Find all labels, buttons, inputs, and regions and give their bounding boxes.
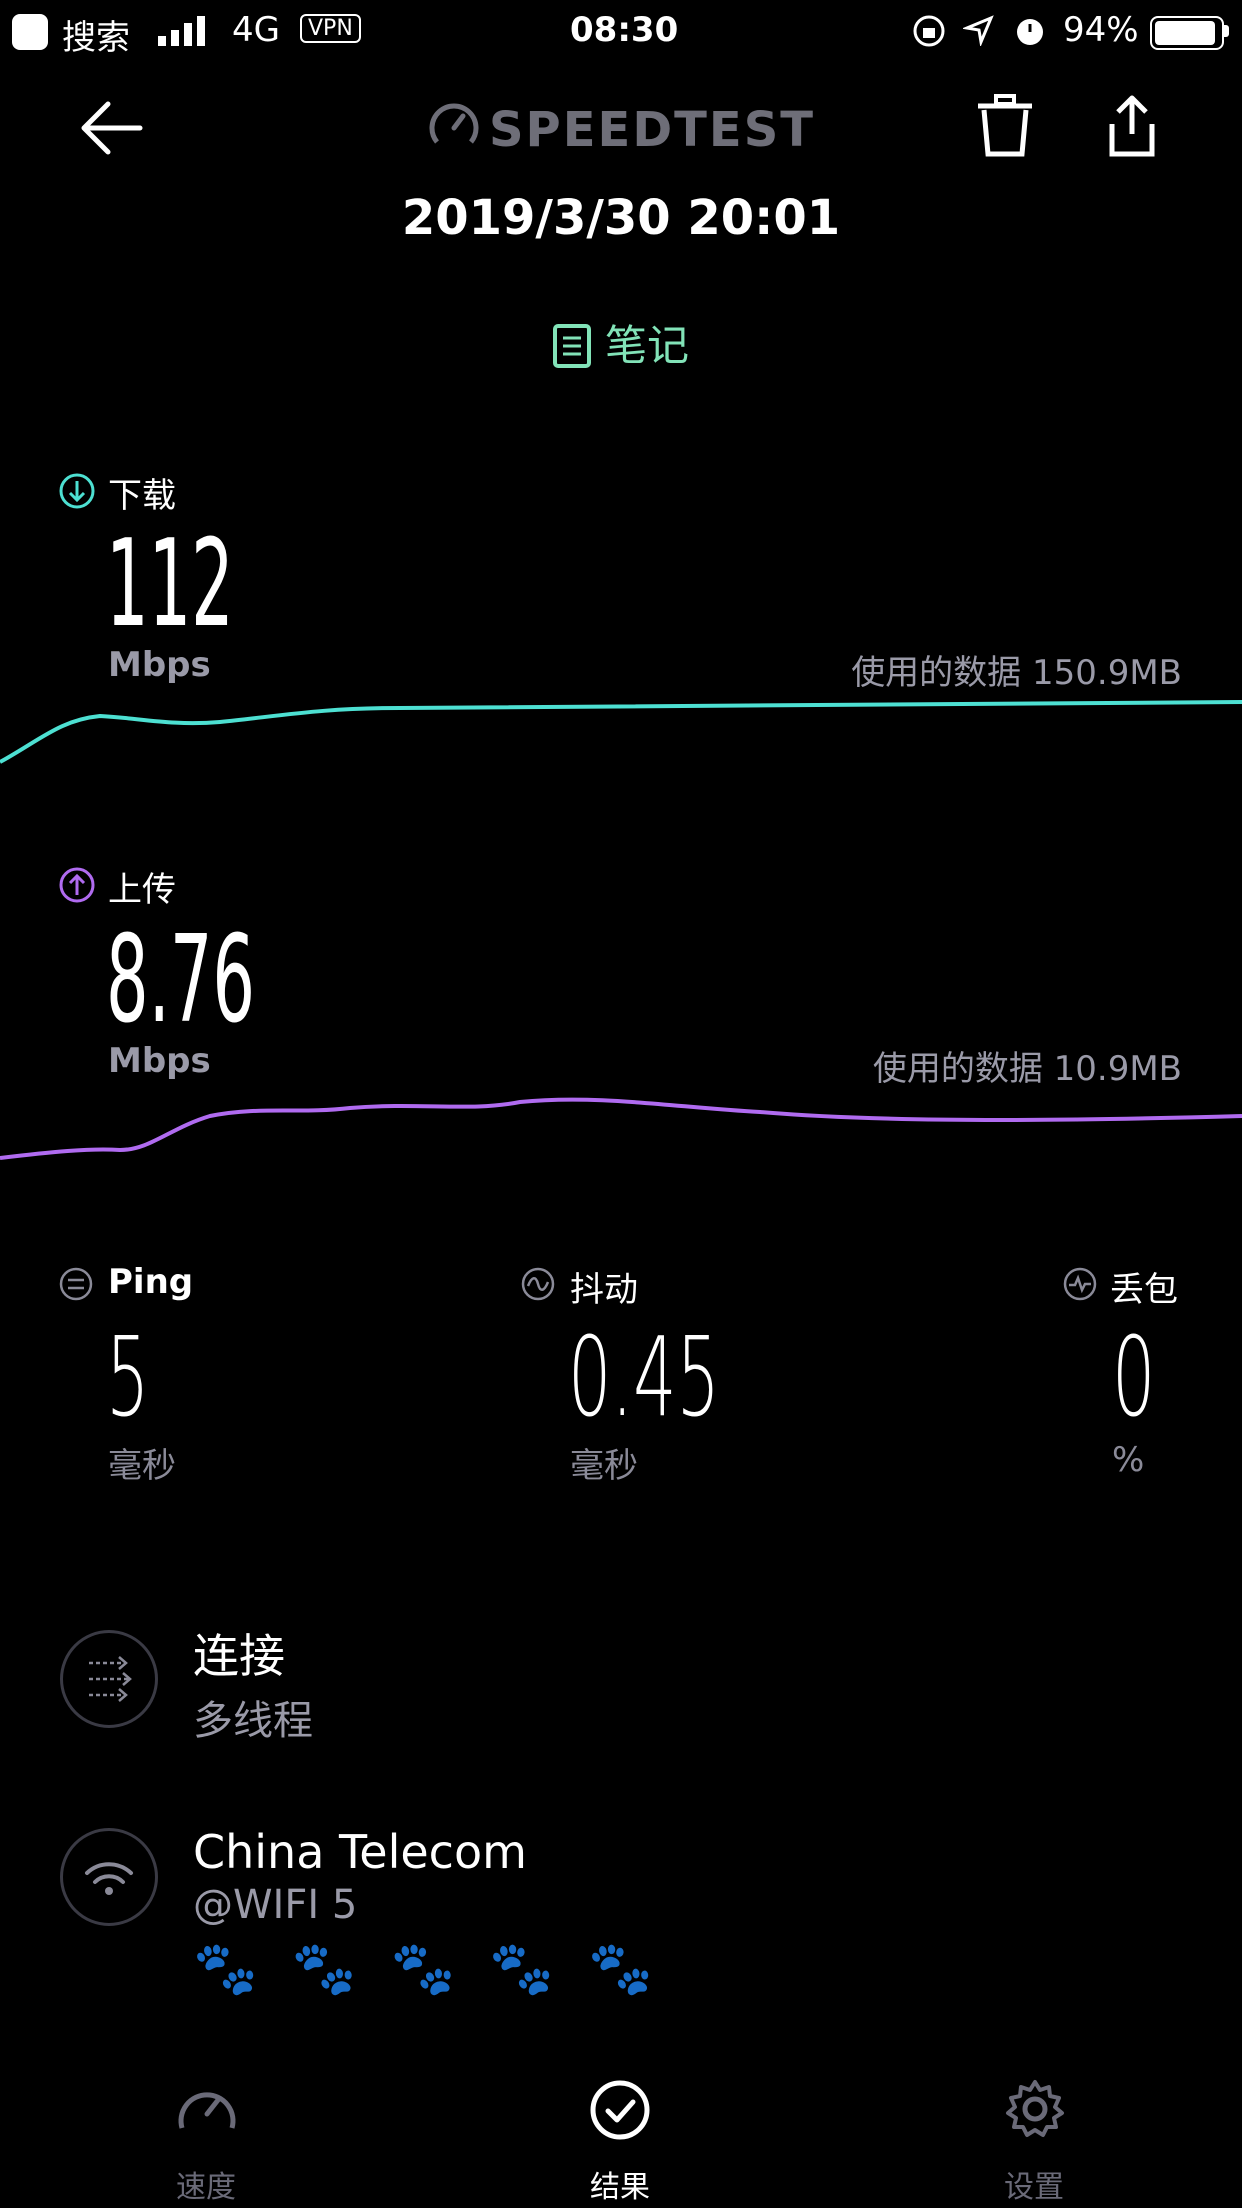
jitter-value: 0.45 (568, 1313, 720, 1441)
provider-network: @WIFI 5 (193, 1882, 358, 1928)
notes-button[interactable]: 笔记 (0, 312, 1242, 373)
paw-icon: 🐾 (390, 1939, 456, 1999)
battery-percent: 94% (1063, 10, 1139, 50)
download-value: 112 (106, 515, 234, 654)
ping-label: Ping (108, 1262, 194, 1302)
download-label: 下载 (108, 476, 176, 516)
battery-tip (1224, 25, 1229, 37)
download-icon (59, 473, 95, 509)
alarm-icon (1017, 19, 1043, 45)
ping-icon (59, 1267, 93, 1301)
battery-icon (1150, 16, 1224, 50)
gauge-logo-icon (429, 103, 479, 144)
back-to-app-icon[interactable] (12, 14, 48, 50)
packet-loss-value: 0 (1112, 1313, 1156, 1441)
speedometer-icon (178, 2092, 236, 2129)
wifi-icon (85, 1862, 133, 1895)
download-unit: Mbps (108, 645, 211, 685)
orientation-lock-icon (913, 15, 945, 47)
ping-value: 5 (106, 1313, 150, 1441)
brand-label: SPEEDTEST (488, 102, 815, 158)
provider-name: China Telecom (193, 1825, 527, 1879)
tab-settings[interactable]: 设置 (934, 2080, 1134, 2208)
status-bar: 搜索 4G VPN 08:30 94% (0, 0, 1242, 62)
download-data-used: 使用的数据 150.9MB (851, 653, 1182, 693)
packet-loss-unit: % (1112, 1440, 1145, 1480)
wifi-icon-wrap (60, 1828, 158, 1926)
connection-icon-wrap (60, 1630, 158, 1728)
paw-icon: 🐾 (193, 1939, 258, 1999)
multi-thread-icon (89, 1656, 132, 1702)
ping-unit: 毫秒 (108, 1446, 176, 1486)
connection-title: 连接 (193, 1629, 285, 1683)
provider-paw-row: 🐾 🐾 🐾 🐾 🐾 (193, 1938, 653, 1999)
paw-icon: 🐾 (489, 1939, 554, 1999)
network-type: 4G (232, 10, 280, 50)
tab-results-label: 结果 (590, 2170, 650, 2205)
upload-data-used: 使用的数据 10.9MB (872, 1049, 1182, 1089)
connection-subtitle: 多线程 (193, 1698, 313, 1744)
jitter-unit: 毫秒 (570, 1446, 638, 1486)
tab-speed-label: 速度 (176, 2170, 236, 2205)
tab-speed[interactable]: 速度 (106, 2080, 306, 2208)
notes-label: 笔记 (604, 321, 689, 370)
jitter-label: 抖动 (570, 1270, 638, 1310)
upload-label: 上传 (108, 870, 176, 910)
jitter-icon (521, 1267, 555, 1301)
download-speed-graph (0, 700, 1242, 764)
location-icon (963, 15, 994, 46)
upload-unit: Mbps (108, 1041, 211, 1081)
tab-results[interactable]: 结果 (520, 2080, 720, 2208)
clock: 08:30 (570, 10, 679, 50)
upload-icon (59, 867, 95, 903)
vpn-badge: VPN (300, 14, 361, 43)
trash-icon[interactable] (976, 94, 1034, 158)
back-app-label[interactable]: 搜索 (62, 10, 130, 59)
paw-icon: 🐾 (291, 1939, 357, 1999)
test-datetime: 2019/3/30 20:01 (401, 190, 841, 246)
check-circle-icon (590, 2080, 650, 2140)
share-icon[interactable] (1108, 94, 1156, 158)
upload-speed-graph (0, 1097, 1242, 1160)
notes-icon (552, 324, 591, 368)
speedtest-logo: SPEEDTEST (0, 98, 1242, 158)
packet-loss-label: 丢包 (1110, 1270, 1178, 1310)
packet-loss-icon (1063, 1267, 1097, 1301)
signal-icon (158, 16, 205, 46)
paw-icon: 🐾 (588, 1939, 653, 1999)
tab-settings-label: 设置 (1004, 2170, 1064, 2205)
upload-value: 8.76 (106, 911, 255, 1050)
gear-icon (1006, 2080, 1064, 2137)
